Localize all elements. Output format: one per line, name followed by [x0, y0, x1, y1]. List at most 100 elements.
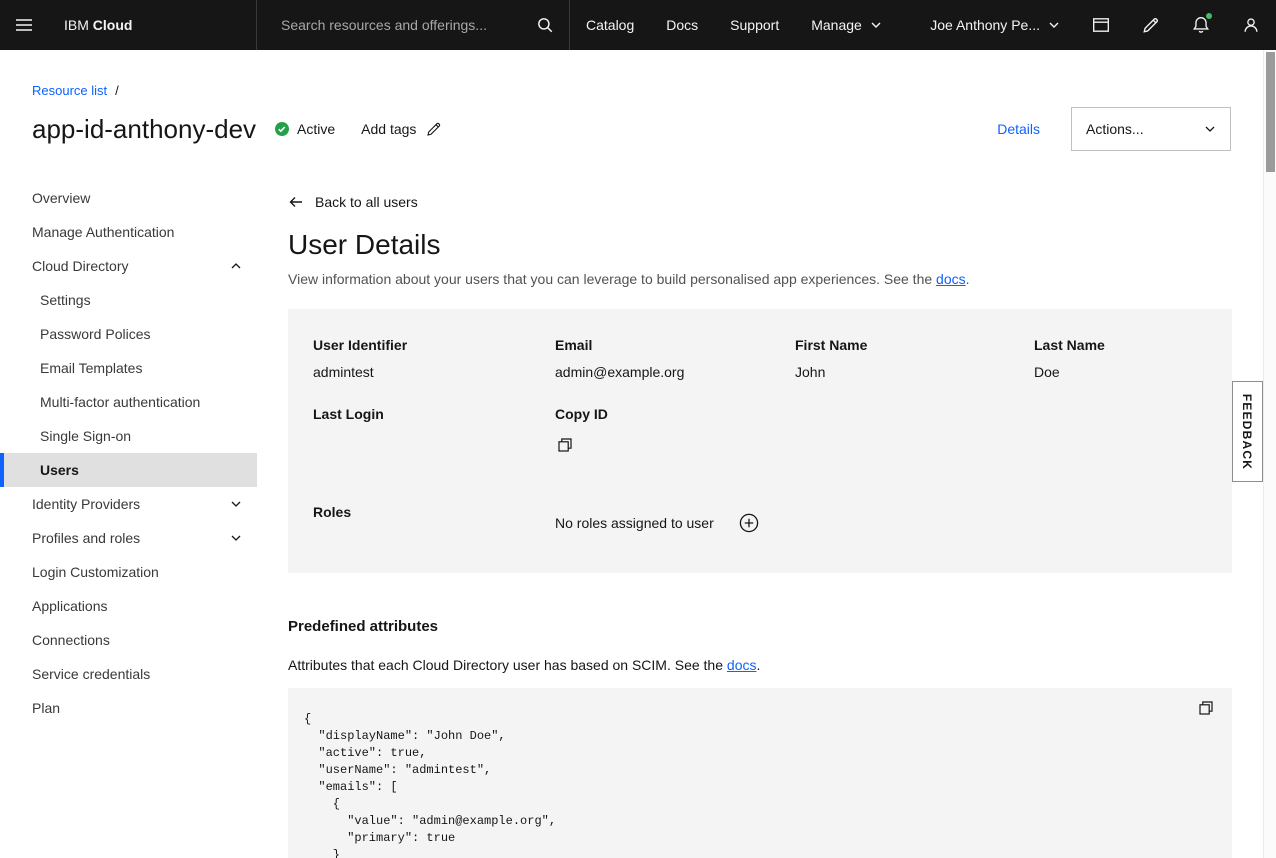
field-email: Email admin@example.org	[555, 337, 795, 380]
scim-attributes-code-block: { "displayName": "John Doe", "active": t…	[288, 688, 1232, 858]
window-icon	[1092, 16, 1110, 34]
user-name-label: Joe Anthony Pe...	[930, 17, 1040, 33]
sidebar-item-profiles-and-roles[interactable]: Profiles and roles	[0, 521, 257, 555]
back-to-all-users-link[interactable]: Back to all users	[288, 194, 418, 210]
page-body: Overview Manage Authentication Cloud Dir…	[0, 151, 1276, 858]
pencil-icon	[1142, 16, 1160, 34]
sidebar-item-connections[interactable]: Connections	[0, 623, 257, 657]
chevron-down-icon	[230, 533, 242, 543]
sidebar-item-manage-authentication[interactable]: Manage Authentication	[0, 215, 257, 249]
feedback-tab[interactable]: FEEDBACK	[1232, 381, 1263, 482]
add-tags-button[interactable]: Add tags	[361, 121, 442, 137]
manage-label: Manage	[811, 17, 862, 33]
field-last-name: Last Name Doe	[1034, 337, 1208, 380]
field-copy-id: Copy ID	[555, 406, 795, 456]
breadcrumb-separator: /	[115, 83, 119, 98]
title-right-actions: Details Actions...	[997, 107, 1231, 151]
user-avatar-icon	[1242, 16, 1260, 34]
first-name-value: John	[795, 364, 1034, 380]
arrow-left-icon	[288, 194, 304, 210]
email-value: admin@example.org	[555, 364, 795, 380]
ibm-cloud-logo[interactable]: IBM Cloud	[48, 17, 256, 33]
breadcrumb: Resource list /	[32, 83, 1231, 98]
nav-docs[interactable]: Docs	[650, 0, 714, 50]
sidebar-nav: Overview Manage Authentication Cloud Dir…	[0, 151, 257, 858]
copy-id-button[interactable]	[555, 436, 575, 456]
user-details-card: User Identifier admintest Email admin@ex…	[288, 309, 1232, 573]
last-name-value: Doe	[1034, 364, 1208, 380]
breadcrumb-resource-list[interactable]: Resource list	[32, 83, 107, 98]
roles-value: No roles assigned to user	[555, 512, 1208, 534]
search-input[interactable]	[257, 0, 521, 50]
actions-dropdown[interactable]: Actions...	[1071, 107, 1231, 151]
page-title: app-id-anthony-dev	[32, 114, 256, 145]
copy-code-button[interactable]	[1198, 700, 1214, 719]
check-circle-icon	[274, 121, 290, 137]
header-search-area	[256, 0, 570, 50]
sidebar-item-email-templates[interactable]: Email Templates	[0, 351, 257, 385]
title-row: app-id-anthony-dev Active Add tags Detai…	[32, 107, 1231, 151]
chevron-down-icon	[1048, 21, 1060, 29]
sidebar-item-identity-providers[interactable]: Identity Providers	[0, 487, 257, 521]
chevron-down-icon	[870, 21, 882, 29]
roles-label: Roles	[313, 504, 555, 534]
nav-catalog[interactable]: Catalog	[570, 0, 650, 50]
docs-link[interactable]: docs	[936, 271, 966, 287]
user-details-description: View information about your users that y…	[288, 271, 1232, 287]
field-last-login: Last Login	[313, 406, 555, 456]
actions-label: Actions...	[1086, 121, 1144, 137]
predefined-attributes-description: Attributes that each Cloud Directory use…	[288, 657, 1232, 673]
copy-icon	[557, 437, 573, 453]
docs-link[interactable]: docs	[727, 657, 757, 673]
feedback-label: FEEDBACK	[1241, 393, 1255, 469]
sidebar-item-multi-factor-authentication[interactable]: Multi-factor authentication	[0, 385, 257, 419]
page-scrollbar	[1263, 50, 1276, 858]
header-icon-buttons	[1076, 0, 1276, 50]
edit-button[interactable]	[1126, 0, 1176, 50]
search-icon	[536, 16, 554, 34]
predefined-attributes-title: Predefined attributes	[288, 618, 1232, 635]
user-meta-row: Last Login Copy ID	[313, 406, 1208, 456]
sidebar-item-users[interactable]: Users	[0, 453, 257, 487]
page-container: Resource list / app-id-anthony-dev Activ…	[0, 50, 1276, 858]
copy-icon	[1198, 700, 1214, 716]
hamburger-icon	[14, 15, 34, 35]
chevron-up-icon	[230, 261, 242, 271]
details-link[interactable]: Details	[997, 121, 1040, 137]
nav-manage-menu[interactable]: Manage	[795, 0, 898, 50]
add-tags-label: Add tags	[361, 121, 416, 137]
sidebar-item-plan[interactable]: Plan	[0, 691, 257, 725]
add-role-button[interactable]	[738, 512, 760, 534]
status-badge: Active	[274, 121, 335, 137]
hamburger-menu-button[interactable]	[0, 0, 48, 50]
search-button[interactable]	[521, 0, 569, 50]
nav-support[interactable]: Support	[714, 0, 795, 50]
roles-row: Roles No roles assigned to user	[313, 504, 1208, 534]
header-nav: Catalog Docs Support Manage	[570, 0, 898, 50]
field-user-identifier: User Identifier admintest	[313, 337, 555, 380]
sidebar-item-service-credentials[interactable]: Service credentials	[0, 657, 257, 691]
window-button[interactable]	[1076, 0, 1126, 50]
sidebar-item-overview[interactable]: Overview	[0, 181, 257, 215]
user-account-menu[interactable]: Joe Anthony Pe...	[914, 0, 1076, 50]
notification-dot	[1206, 13, 1212, 19]
notifications-button[interactable]	[1176, 0, 1226, 50]
user-identifier-value: admintest	[313, 364, 555, 380]
chevron-down-icon	[230, 499, 242, 509]
sidebar-item-password-polices[interactable]: Password Polices	[0, 317, 257, 351]
sidebar-item-single-sign-on[interactable]: Single Sign-on	[0, 419, 257, 453]
chevron-down-icon	[1204, 125, 1216, 133]
brand-bold: Cloud	[93, 17, 133, 33]
top-header: IBM Cloud Catalog Docs Support Manage Jo…	[0, 0, 1276, 50]
resource-page-header: Resource list / app-id-anthony-dev Activ…	[0, 50, 1276, 151]
sidebar-item-cloud-directory[interactable]: Cloud Directory	[0, 249, 257, 283]
user-details-title: User Details	[288, 229, 1232, 261]
main-content: Back to all users User Details View info…	[257, 151, 1276, 858]
scrollbar-thumb[interactable]	[1266, 52, 1275, 172]
json-code: { "displayName": "John Doe", "active": t…	[288, 688, 1232, 858]
sidebar-item-login-customization[interactable]: Login Customization	[0, 555, 257, 589]
sidebar-item-settings[interactable]: Settings	[0, 283, 257, 317]
avatar-button[interactable]	[1226, 0, 1276, 50]
sidebar-item-applications[interactable]: Applications	[0, 589, 257, 623]
status-label: Active	[297, 121, 335, 137]
